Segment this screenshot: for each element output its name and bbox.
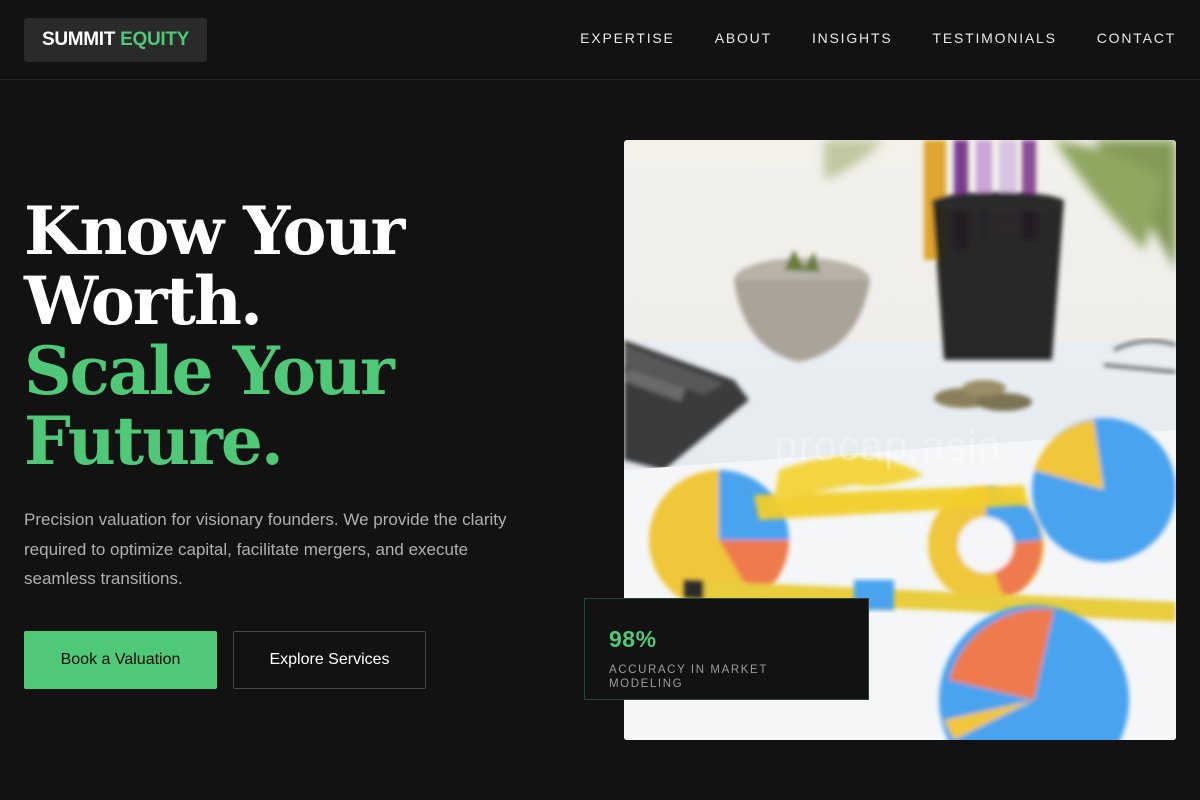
- nav-item-testimonials[interactable]: TESTIMONIALS: [932, 28, 1056, 48]
- brand-name-part2: EQUITY: [120, 29, 190, 50]
- book-valuation-button[interactable]: Book a Valuation: [24, 631, 217, 689]
- nav-item-contact[interactable]: CONTACT: [1097, 28, 1176, 48]
- hero-headline: Know Your Worth. Scale Your Future.: [24, 196, 584, 476]
- brand-logo[interactable]: SUMMIT EQUITY: [24, 18, 207, 62]
- stat-value: 98%: [609, 626, 657, 652]
- brand-name-part1: SUMMIT: [41, 29, 116, 50]
- nav-item-about[interactable]: ABOUT: [715, 28, 772, 48]
- headline-line-4: Future.: [24, 402, 284, 480]
- nav-item-insights[interactable]: INSIGHTS: [812, 28, 893, 48]
- explore-services-button[interactable]: Explore Services: [233, 631, 426, 689]
- nav-item-expertise[interactable]: EXPERTISE: [580, 28, 675, 48]
- site-header: SUMMIT EQUITY EXPERTISE ABOUT INSIGHTS T…: [0, 0, 1200, 80]
- image-watermark: procap.asia: [774, 422, 1002, 469]
- hero-description: Precision valuation for visionary founde…: [24, 510, 507, 588]
- accuracy-stat-card: 98% ACCURACY IN MARKET MODELING: [584, 598, 869, 700]
- headline-line-2: Worth.: [24, 262, 263, 340]
- headline-line-3: Scale Your: [24, 332, 395, 410]
- stat-label: ACCURACY IN MARKET MODELING: [609, 664, 768, 690]
- main-nav: EXPERTISE ABOUT INSIGHTS TESTIMONIALS CO…: [540, 28, 1176, 48]
- headline-line-1: Know Your: [24, 192, 405, 270]
